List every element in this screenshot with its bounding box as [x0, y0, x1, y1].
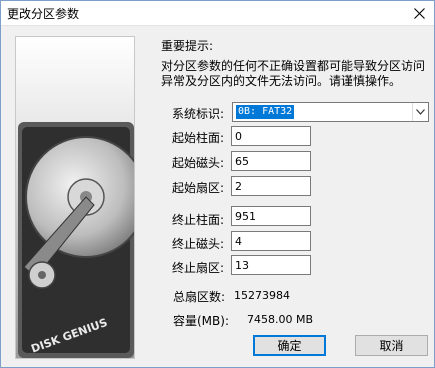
total-sectors-label: 总扇区数:	[173, 290, 226, 304]
end-cylinder-input[interactable]	[231, 206, 311, 226]
dialog-body: DISK GENIUS 重要提示: 对分区参数的任何不正确设置都可能导致分区访问…	[1, 27, 434, 367]
start-head-label: 起始磁头:	[171, 156, 224, 170]
start-sector-label: 起始扇区:	[171, 181, 224, 195]
start-cylinder-input[interactable]	[231, 126, 311, 146]
system-id-value: 0B: FAT32	[236, 105, 295, 119]
end-cylinder-label: 终止柱面:	[171, 213, 224, 227]
change-partition-params-dialog: 更改分区参数 DISK GENIUS 重要提示: 对分区参数的任何不正确设置都可…	[0, 0, 435, 368]
ok-button[interactable]: 确定	[253, 335, 326, 356]
end-sector-label: 终止扇区:	[171, 261, 224, 275]
start-sector-input[interactable]	[231, 176, 311, 196]
system-id-label: 系统标识:	[171, 107, 224, 121]
chevron-down-icon	[416, 109, 425, 115]
start-head-input[interactable]	[231, 151, 311, 171]
end-head-label: 终止磁头:	[171, 237, 224, 251]
close-button[interactable]	[404, 1, 434, 26]
capacity-label: 容量(MB):	[173, 314, 229, 328]
end-head-input[interactable]	[231, 231, 311, 251]
cancel-button[interactable]: 取消	[355, 335, 428, 356]
start-cylinder-label: 起始柱面:	[171, 131, 224, 145]
hint-title: 重要提示:	[161, 39, 214, 53]
total-sectors-value: 15273984	[234, 289, 290, 302]
hint-text: 对分区参数的任何不正确设置都可能导致分区访问 异常及分区内的文件无法访问。请谨慎…	[161, 59, 429, 89]
disk-genius-hard-drive-image: DISK GENIUS	[15, 36, 135, 359]
hint-line-1: 对分区参数的任何不正确设置都可能导致分区访问	[161, 59, 426, 73]
system-id-dropdown-button[interactable]	[412, 103, 428, 121]
title-bar[interactable]: 更改分区参数	[1, 1, 434, 26]
close-icon	[413, 8, 425, 19]
system-id-select[interactable]: 0B: FAT32	[232, 102, 429, 122]
capacity-value: 7458.00 MB	[247, 313, 314, 326]
dialog-title: 更改分区参数	[7, 7, 80, 21]
hint-line-2: 异常及分区内的文件无法访问。请谨慎操作。	[161, 74, 402, 88]
end-sector-input[interactable]	[231, 255, 311, 275]
